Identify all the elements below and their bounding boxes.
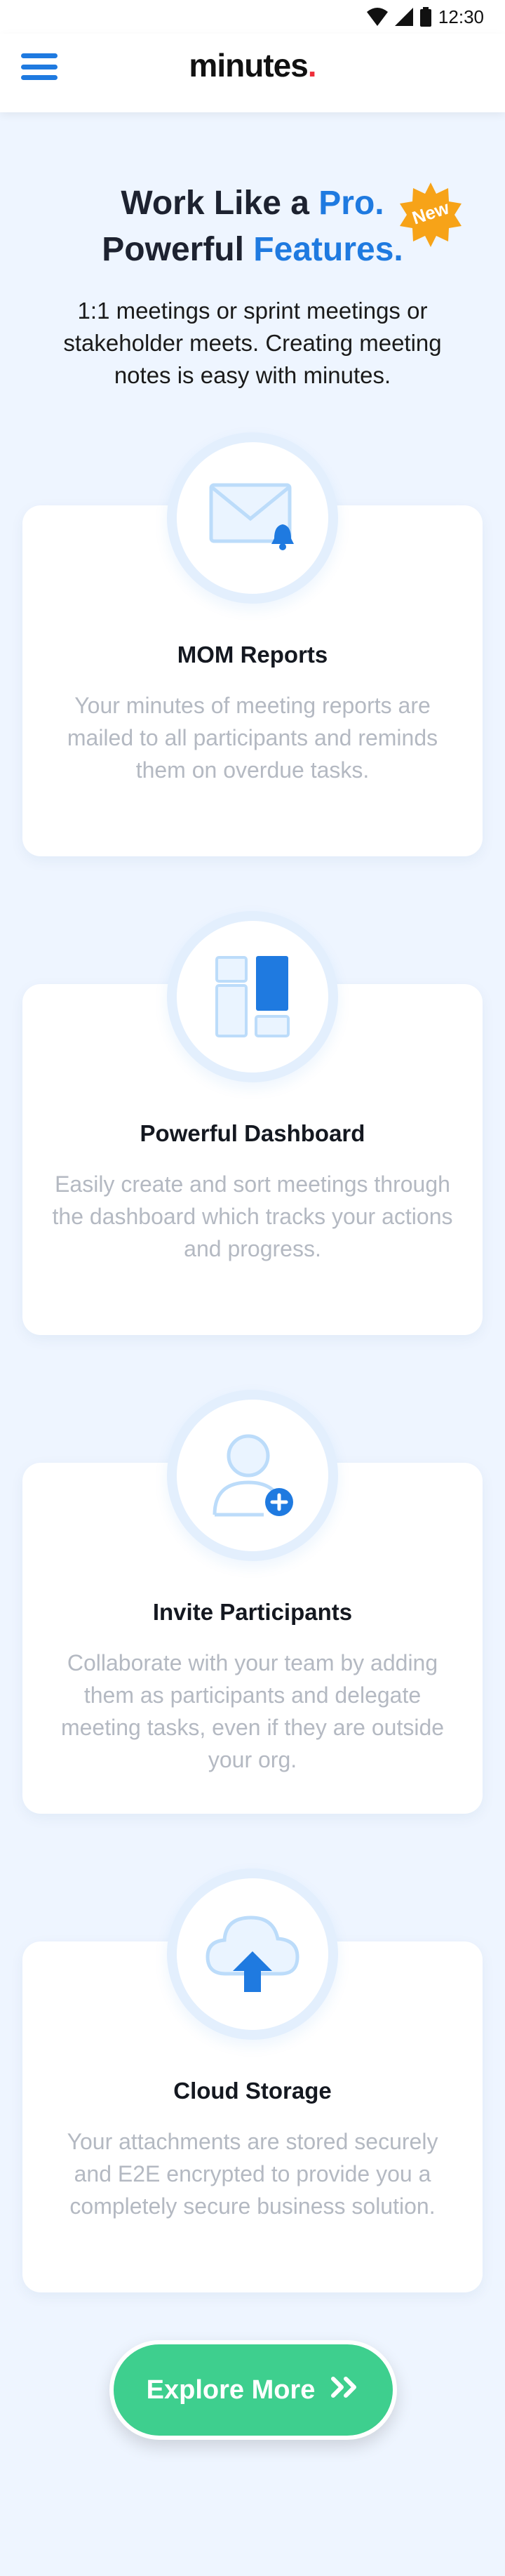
feature-title: Cloud Storage [173, 2078, 332, 2104]
hero-line1-text: Work Like a [121, 185, 319, 222]
app-logo[interactable]: minutes. [0, 46, 505, 84]
feature-title: Powerful Dashboard [140, 1120, 365, 1146]
double-chevron-right-icon [330, 2375, 360, 2405]
mail-bell-icon [209, 483, 294, 550]
explore-more-button[interactable]: Explore More [109, 2340, 397, 2440]
logo-dot: . [307, 47, 317, 84]
feature-description: Your minutes of meeting reports are mail… [67, 693, 438, 783]
explore-more-label: Explore More [146, 2375, 316, 2405]
dashboard-icon [215, 956, 290, 1037]
status-bar: 12:30 [0, 0, 505, 34]
feature-title: Invite Participants [152, 1599, 353, 1625]
logo-text: minutes [189, 47, 308, 84]
feature-description: Your attachments are stored securely and… [67, 2129, 438, 2219]
hero-line2-text: Powerful [102, 231, 254, 268]
battery-icon [419, 7, 431, 27]
invite-icon-circle [167, 1390, 338, 1561]
hero-line2-accent: Features. [253, 231, 403, 268]
hero-subtitle: 1:1 meetings or sprint meetings or stake… [63, 298, 442, 388]
feature-description: Collaborate with your team by adding the… [60, 1650, 445, 1772]
feature-description: Easily create and sort meetings through … [52, 1171, 453, 1261]
cloud-upload-icon [206, 1916, 299, 1992]
status-time: 12:30 [438, 6, 484, 27]
app-header: minutes. [0, 34, 505, 112]
wifi-icon [366, 8, 388, 26]
signal-icon [394, 8, 413, 26]
add-user-icon [213, 1434, 293, 1517]
mom-reports-icon-circle [167, 432, 338, 604]
new-badge: New [397, 181, 464, 248]
cloud-icon-circle [167, 1868, 338, 2040]
dashboard-icon-circle [167, 911, 338, 1082]
feature-title: MOM Reports [177, 642, 328, 668]
hero-line1-accent: Pro. [318, 185, 384, 222]
